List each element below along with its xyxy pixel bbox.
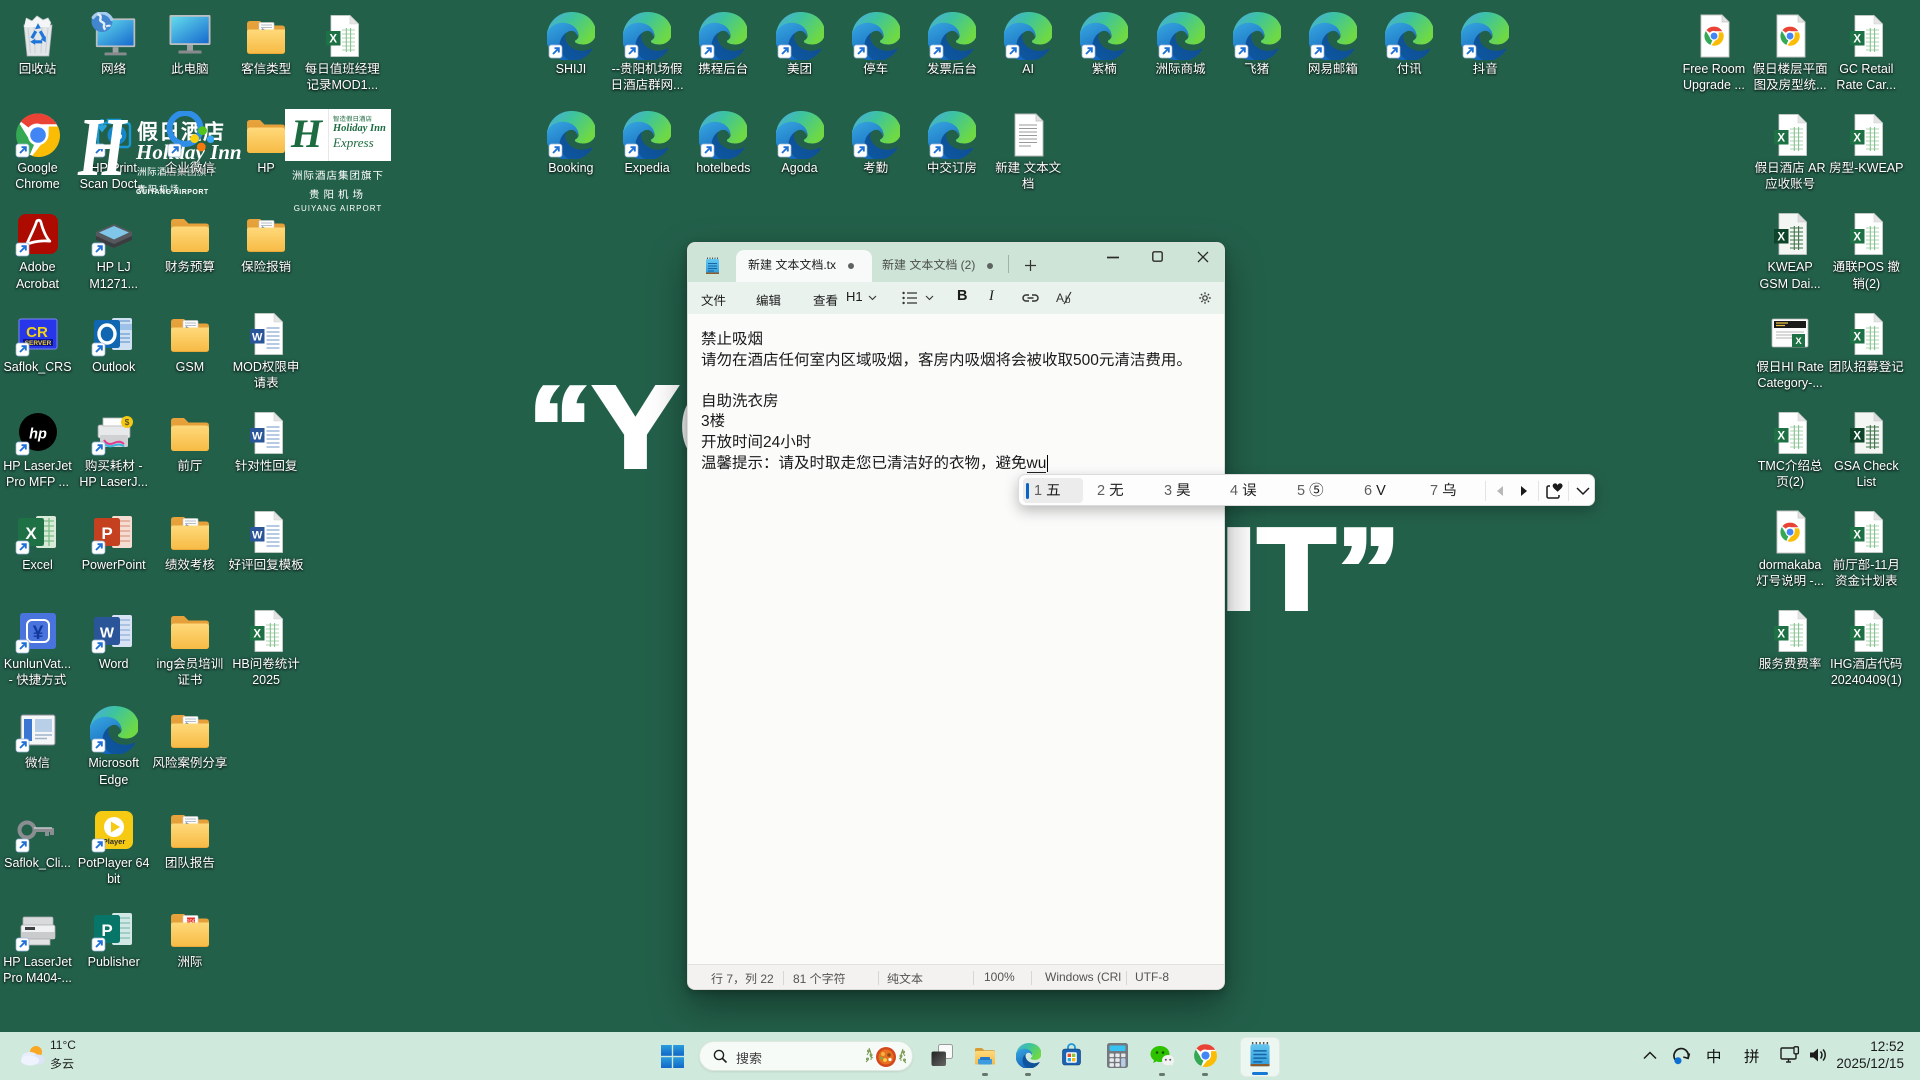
svg-text:A: A [1056, 291, 1064, 305]
